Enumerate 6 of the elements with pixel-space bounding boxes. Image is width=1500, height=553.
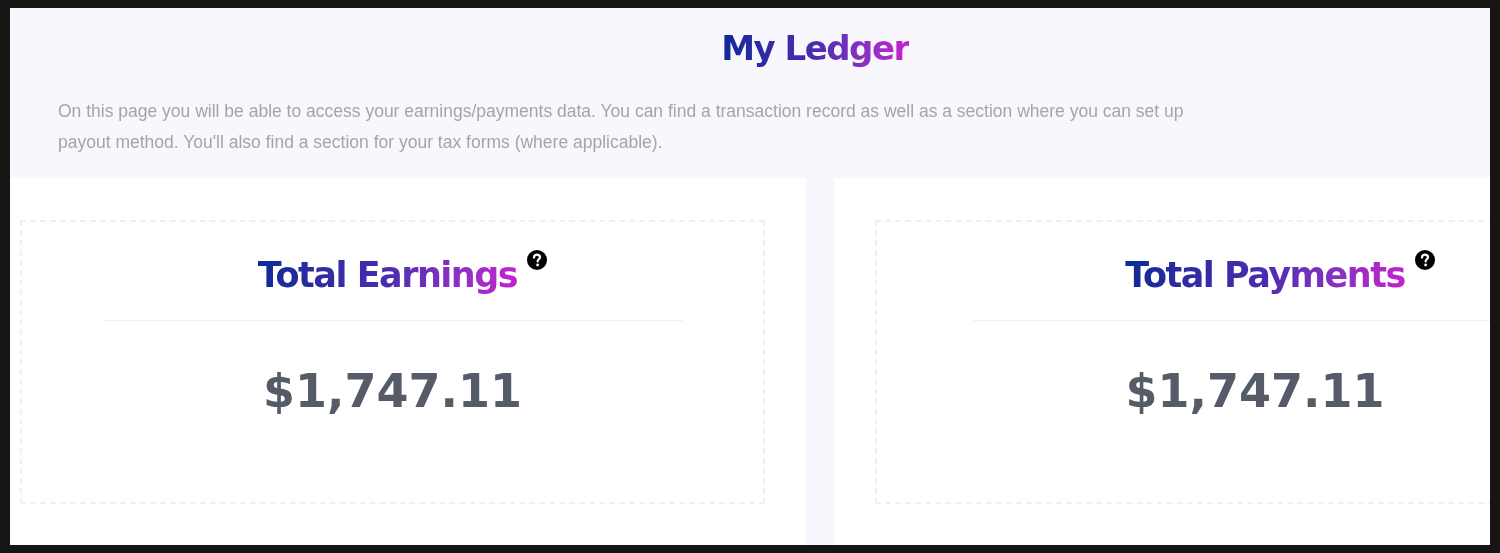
help-icon[interactable] xyxy=(1414,250,1435,270)
description-text: On this page you will be able to access your earnings/payments data. You can find a transaction record as well as a section where you can set up xyxy=(58,100,1185,123)
description-text: payout method. You'll also find a section for your tax forms (where applicable). xyxy=(58,131,664,154)
amount-value: $1,747.11 xyxy=(1125,363,1385,420)
help-icon[interactable] xyxy=(527,250,548,270)
amount-value: $1,747.11 xyxy=(263,363,522,420)
